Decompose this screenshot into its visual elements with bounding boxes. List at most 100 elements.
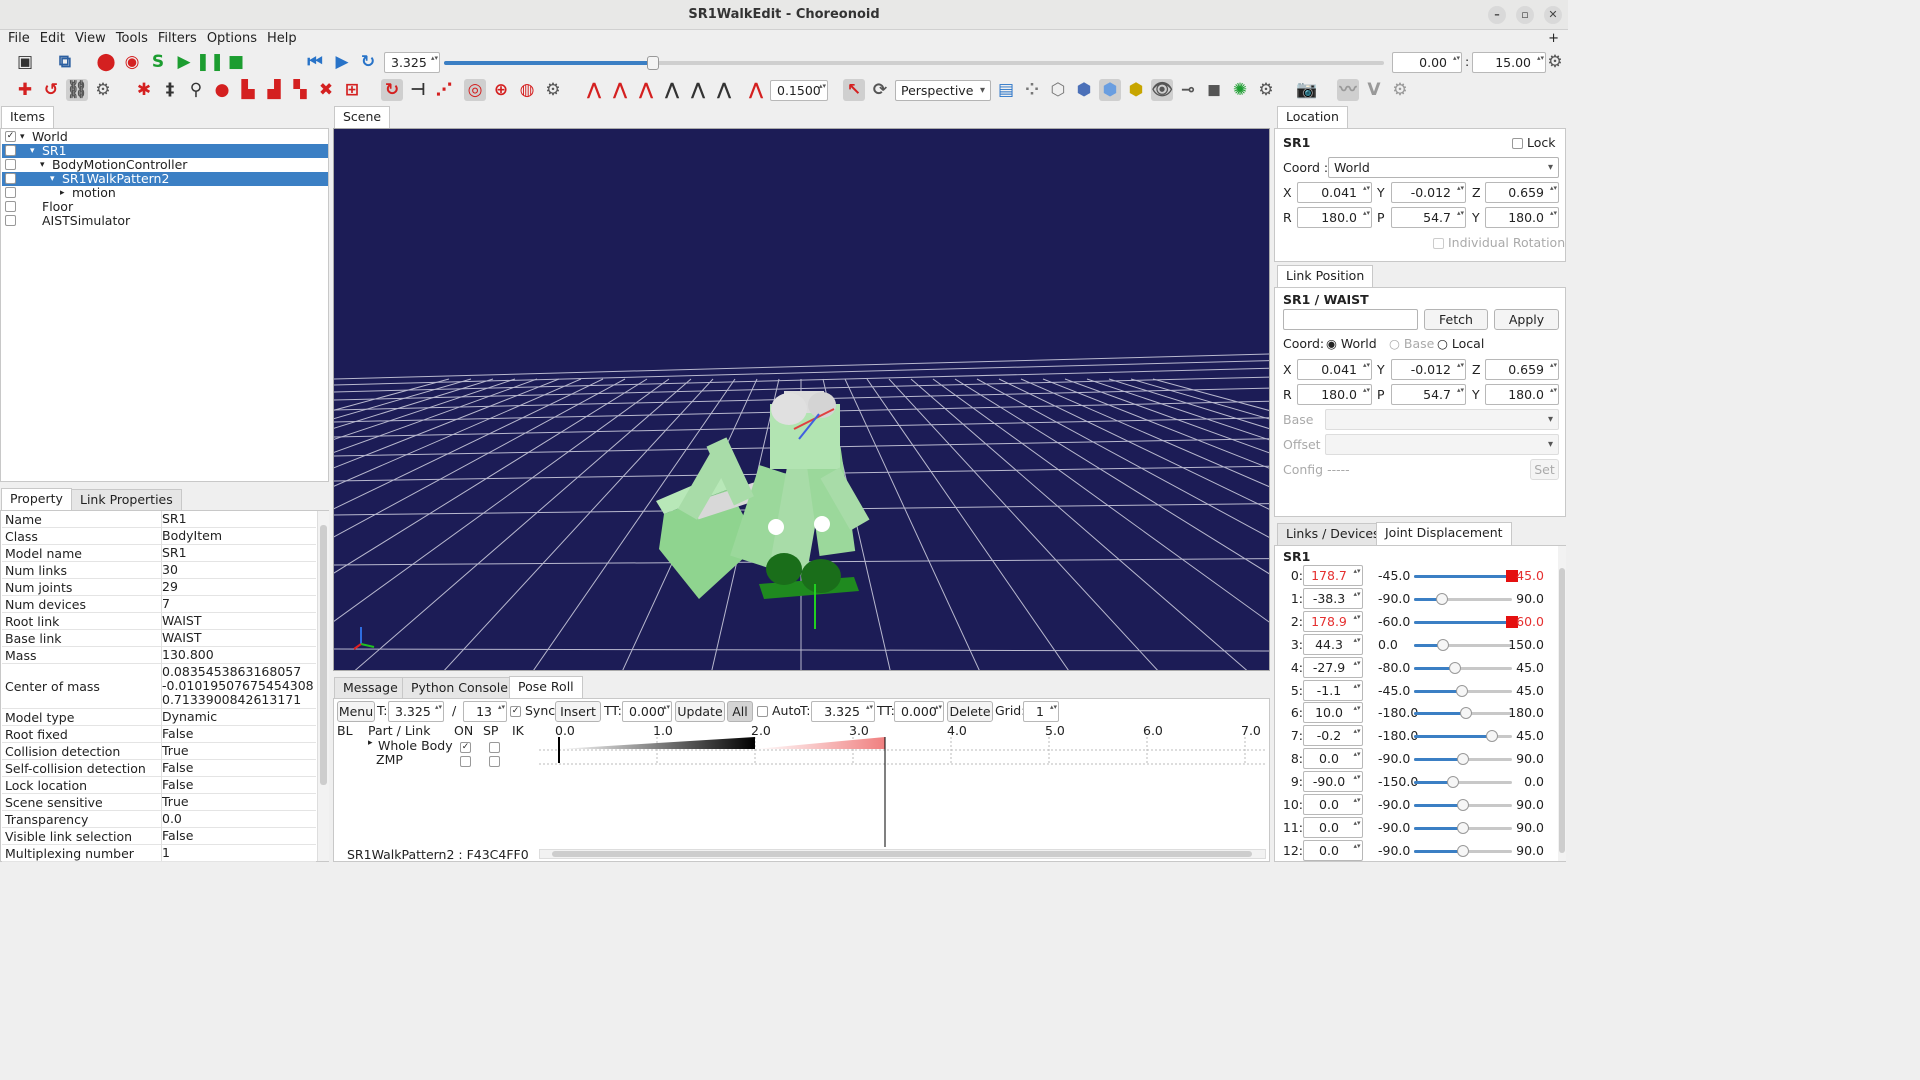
joint-slider[interactable] <box>1414 821 1512 834</box>
link-x-spinbox[interactable]: 0.041 <box>1297 359 1372 380</box>
tree-item-motion[interactable]: ▸ motion <box>2 186 328 200</box>
pose-time-spinbox[interactable]: 3.325 <box>388 701 444 722</box>
menu-options[interactable]: Options <box>202 30 262 48</box>
property-row[interactable]: Base link WAIST <box>2 630 316 647</box>
tree-item-checkbox[interactable] <box>5 173 16 184</box>
time-config-gear-icon[interactable]: ⚙ <box>1544 51 1566 73</box>
graph-wave-icon[interactable]: 〰 <box>1337 79 1359 101</box>
joint-slider[interactable] <box>1414 730 1512 743</box>
visible-eye-icon[interactable]: 👁 <box>1151 79 1173 101</box>
play-icon[interactable]: ▶ <box>331 51 353 73</box>
property-row[interactable]: Mass 130.800 <box>2 647 316 664</box>
tab-pose-roll[interactable]: Pose Roll <box>509 676 583 699</box>
menu-tools[interactable]: Tools <box>111 30 153 48</box>
collision-pair-icon[interactable]: ⊕ <box>490 79 512 101</box>
property-row[interactable]: Transparency 0.0 <box>2 811 316 828</box>
close-button[interactable]: ✕ <box>1544 6 1562 24</box>
joint-slider[interactable] <box>1414 776 1512 789</box>
sim-stop-icon[interactable]: ■ <box>225 51 247 73</box>
tab-link-position[interactable]: Link Position <box>1277 265 1374 288</box>
tree-item-sr1[interactable]: ✓ ▾ SR1 <box>2 144 328 158</box>
link-z-spinbox[interactable]: 0.659 <box>1485 359 1559 380</box>
joint-value-spinbox[interactable]: 0.0 <box>1303 816 1363 838</box>
tree-item-bodymotioncontroller[interactable]: ▾ BodyMotionController <box>2 158 328 172</box>
joint-value-spinbox[interactable]: 0.0 <box>1303 794 1363 815</box>
pose-c-icon[interactable]: ⋀ <box>635 79 657 101</box>
view-mode-select[interactable]: Perspective <box>895 80 991 101</box>
property-row[interactable]: Model name SR1 <box>2 545 316 562</box>
property-row[interactable]: Num joints 29 <box>2 579 316 596</box>
tab-location[interactable]: Location <box>1277 106 1348 129</box>
tab-joint-displacement[interactable]: Joint Displacement <box>1376 522 1512 545</box>
tree-item-world[interactable]: ✓ ▾ World <box>2 130 328 144</box>
property-row[interactable]: Model type Dynamic <box>2 709 316 726</box>
joint-value-spinbox[interactable]: -38.3 <box>1303 587 1363 609</box>
tree-expand-arrow-icon[interactable]: ▾ <box>50 172 55 186</box>
pose-a-icon[interactable]: ⋀ <box>583 79 605 101</box>
tree-item-checkbox[interactable] <box>5 159 16 170</box>
sim-step-icon[interactable]: ▶ <box>173 51 195 73</box>
insert-button[interactable]: Insert <box>555 701 601 722</box>
joint-slider-handle[interactable] <box>1457 799 1469 811</box>
time-spinbox[interactable]: 3.325 <box>384 52 440 73</box>
tt-spinbox[interactable]: 0.000 <box>622 701 672 722</box>
tree-item-checkbox[interactable] <box>5 215 16 226</box>
joint-slider-handle[interactable] <box>1436 592 1449 605</box>
base-select[interactable] <box>1325 409 1559 430</box>
pose-total-spinbox[interactable]: 13 <box>463 701 507 722</box>
tab-link-properties[interactable]: Link Properties <box>71 489 182 511</box>
joint-slider[interactable] <box>1414 844 1512 857</box>
joint-slider[interactable] <box>1414 684 1512 697</box>
scene-config-gear-icon[interactable]: ⚙ <box>1255 79 1277 101</box>
joint-slider-handle[interactable] <box>1436 638 1449 651</box>
menu-filters[interactable]: Filters <box>153 30 202 48</box>
grid-spinbox[interactable]: 1 <box>1023 701 1059 722</box>
property-scrollbar-thumb[interactable] <box>320 525 327 785</box>
range-end-spinbox[interactable]: 15.00 <box>1472 52 1546 73</box>
fk-mode-icon[interactable]: ⊣ <box>407 79 429 101</box>
waist-icon[interactable]: ⊞ <box>341 79 363 101</box>
sim-start-icon[interactable]: ⬤ <box>95 51 117 73</box>
tt2-spinbox[interactable]: 0.000 <box>894 701 944 722</box>
stance-icon[interactable]: ● <box>211 79 233 101</box>
link-y-spinbox[interactable]: -0.012 <box>1391 359 1466 380</box>
pose-b-icon[interactable]: ⋀ <box>609 79 631 101</box>
update-button[interactable]: Update <box>675 701 725 722</box>
expand-arrow-icon[interactable]: ▸ <box>368 738 373 748</box>
joint-slider[interactable] <box>1414 661 1512 674</box>
location-z-spinbox[interactable]: 0.659 <box>1485 182 1559 203</box>
box-icon[interactable]: ◼ <box>1203 79 1225 101</box>
points-icon[interactable]: ⁘ <box>1021 79 1043 101</box>
solid-icon[interactable]: ⬢ <box>1073 79 1095 101</box>
tree-expand-arrow-icon[interactable]: ▾ <box>20 130 25 144</box>
joint-value-spinbox[interactable]: -90.0 <box>1303 771 1363 793</box>
property-row[interactable]: Root link WAIST <box>2 613 316 630</box>
joint-slider-handle[interactable] <box>1448 661 1461 674</box>
tab-property[interactable]: Property <box>1 488 72 511</box>
property-row[interactable]: Multiplexing number 1 <box>2 845 316 862</box>
joint-slider-handle[interactable] <box>1459 707 1472 720</box>
robot-model[interactable] <box>656 391 870 629</box>
pose-mirror-icon[interactable]: ⚲ <box>185 79 207 101</box>
pose-d-icon[interactable]: ⋀ <box>661 79 683 101</box>
step-spinbox[interactable]: 0.1500 <box>770 80 828 101</box>
joint-slider-handle[interactable] <box>1457 844 1469 857</box>
location-r-spinbox[interactable]: 180.0 <box>1297 207 1372 228</box>
all-button[interactable]: All <box>727 701 753 722</box>
light-icon[interactable]: ✺ <box>1229 79 1251 101</box>
ik-fix-icon[interactable]: ⋰ <box>433 79 455 101</box>
sim-restart-icon[interactable]: ◉ <box>121 51 143 73</box>
lock-checkbox[interactable]: Lock <box>1512 135 1556 150</box>
keypose-transition-bar[interactable] <box>755 737 885 749</box>
pose-e-icon[interactable]: ⋀ <box>687 79 709 101</box>
maximize-button[interactable]: ▫ <box>1516 6 1534 24</box>
menu-file[interactable]: File <box>3 30 35 48</box>
property-row[interactable]: Root fixed False <box>2 726 316 743</box>
toolbar-extend-icon[interactable]: + <box>1543 30 1564 48</box>
t2-spinbox[interactable]: 3.325 <box>811 701 875 722</box>
tab-python-console[interactable]: Python Console <box>402 677 517 699</box>
body-link-icon[interactable]: ⛓ <box>66 79 88 101</box>
location-y-spinbox[interactable]: -0.012 <box>1391 182 1466 203</box>
joint-value-spinbox[interactable]: 178.7 <box>1303 565 1363 586</box>
foot-right-icon[interactable]: ▟ <box>263 79 285 101</box>
